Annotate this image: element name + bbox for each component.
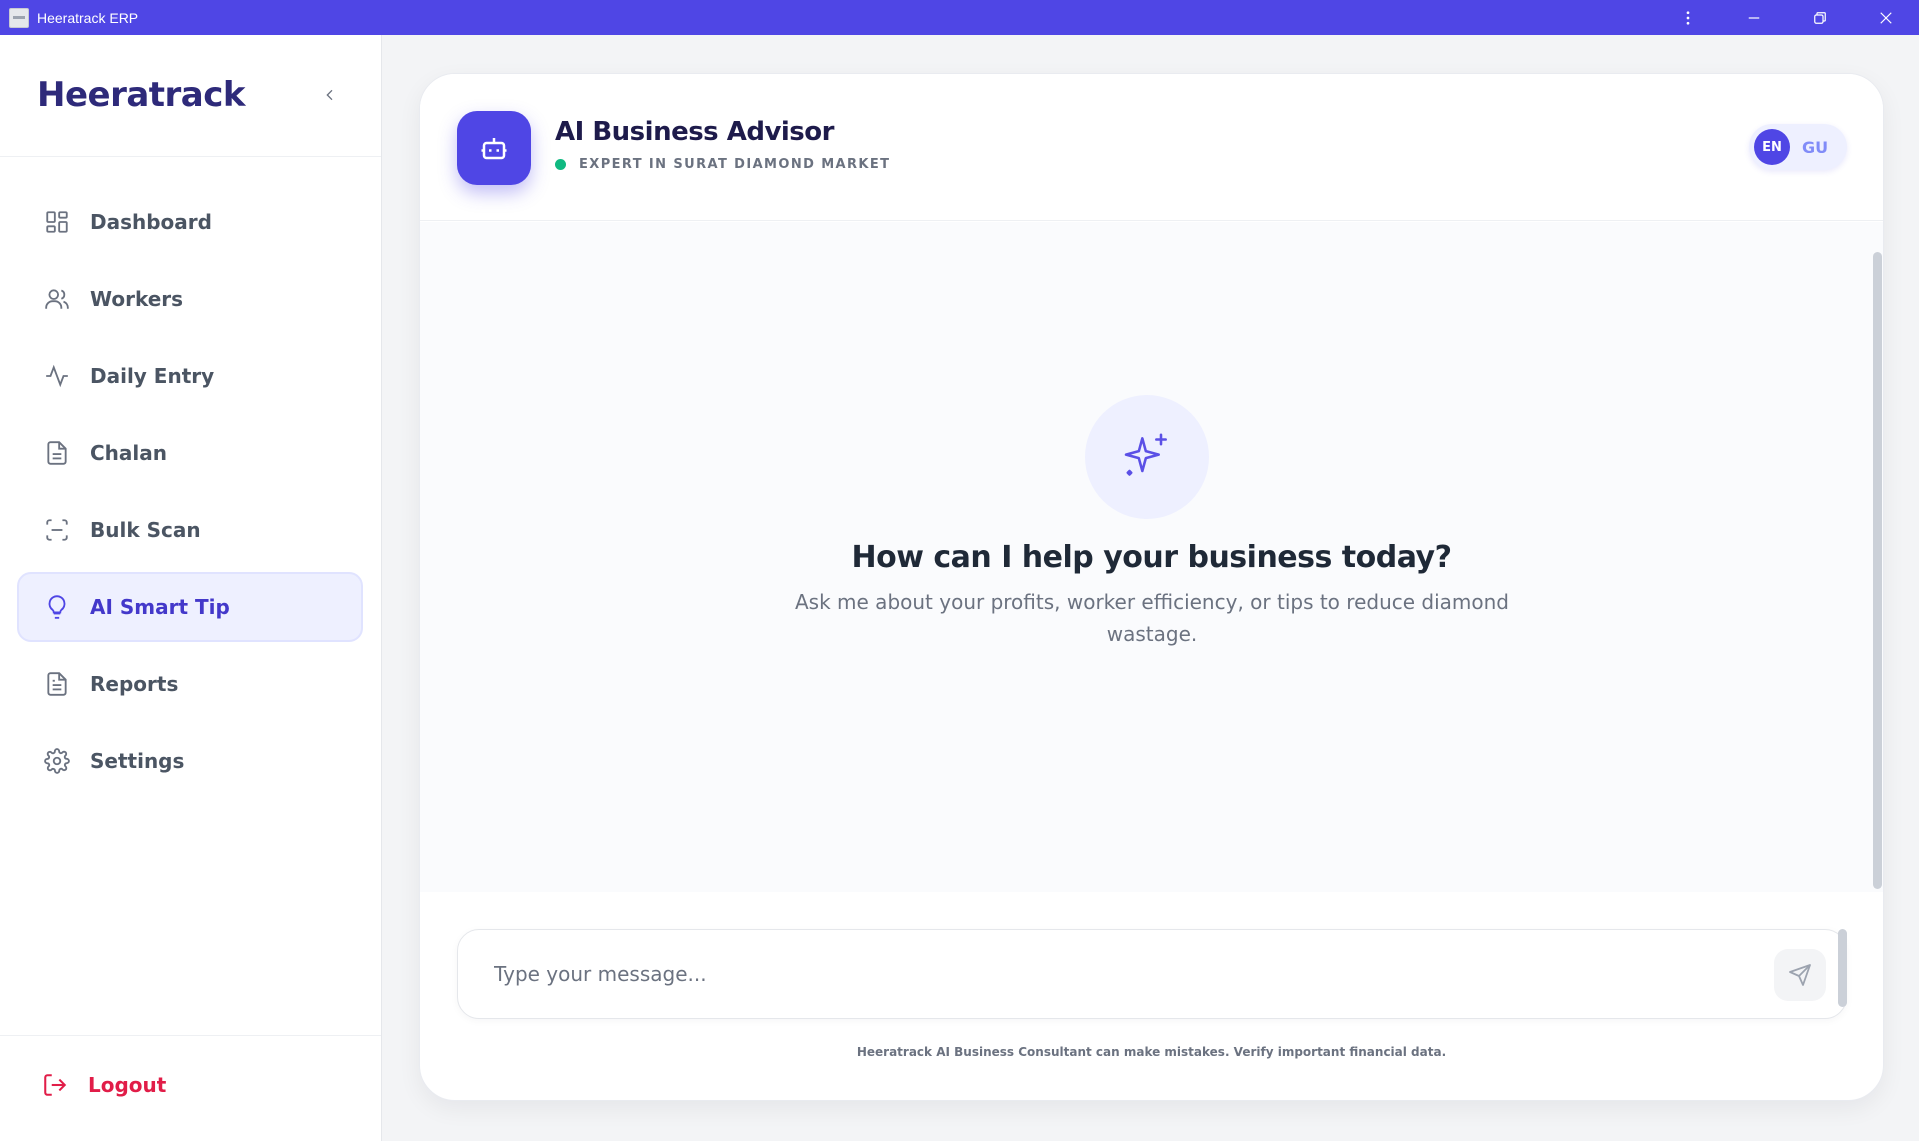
welcome-subtitle: Ask me about your profits, worker effici… xyxy=(795,590,1509,646)
sidebar-item-label: Daily Entry xyxy=(90,364,215,388)
brand-logo: Heeratrack xyxy=(37,75,246,115)
sidebar-item-label: Bulk Scan xyxy=(90,518,201,542)
sidebar-item-label: Settings xyxy=(90,749,185,773)
advisor-status: EXPERT IN SURAT DIAMOND MARKET xyxy=(555,157,890,172)
message-input[interactable] xyxy=(494,930,1724,1018)
sidebar-item-workers[interactable]: Workers xyxy=(17,264,363,334)
sidebar-item-ai-smart-tip[interactable]: AI Smart Tip xyxy=(17,572,363,642)
sidebar-item-label: Workers xyxy=(90,287,184,311)
advisor-header: AI Business Advisor EXPERT IN SURAT DIAM… xyxy=(420,74,1883,221)
window-controls xyxy=(1655,0,1919,35)
sidebar-item-daily-entry[interactable]: Daily Entry xyxy=(17,341,363,411)
advisor-card: AI Business Advisor EXPERT IN SURAT DIAM… xyxy=(419,73,1884,1101)
restore-icon[interactable] xyxy=(1787,0,1853,35)
collapse-sidebar-button[interactable] xyxy=(318,83,342,107)
sidebar-item-label: Reports xyxy=(90,672,179,696)
sparkle-badge xyxy=(1085,395,1209,519)
sidebar-brand: Heeratrack xyxy=(0,35,381,157)
sidebar-item-reports[interactable]: Reports xyxy=(17,649,363,719)
report-icon xyxy=(47,672,67,696)
sidebar-item-label: Dashboard xyxy=(90,210,212,234)
sparkles-icon xyxy=(1124,433,1167,476)
language-en-button[interactable]: EN xyxy=(1754,129,1790,165)
app-icon xyxy=(9,7,29,28)
sidebar-nav: Dashboard Workers Daily Entry Chalan Bul… xyxy=(17,187,363,803)
document-icon xyxy=(47,441,67,465)
advisor-status-text: EXPERT IN SURAT DIAMOND MARKET xyxy=(579,157,891,172)
sidebar-item-bulk-scan[interactable]: Bulk Scan xyxy=(17,495,363,565)
scan-icon xyxy=(46,519,68,541)
send-icon xyxy=(1789,964,1811,986)
welcome-title: How can I help your business today? xyxy=(851,540,1452,575)
activity-icon xyxy=(46,364,68,388)
sidebar: Heeratrack Dashboard Workers Daily Entry… xyxy=(0,35,382,1141)
logout-label: Logout xyxy=(88,1073,167,1097)
sidebar-footer: Logout xyxy=(0,1035,381,1141)
online-status-dot xyxy=(555,159,566,170)
bot-avatar xyxy=(457,111,531,185)
logout-icon xyxy=(44,1074,67,1096)
users-icon xyxy=(45,289,69,309)
ai-disclaimer: Heeratrack AI Business Consultant can ma… xyxy=(856,1045,1447,1059)
send-button[interactable] xyxy=(1774,949,1826,1001)
message-composer xyxy=(457,929,1847,1019)
gear-icon xyxy=(44,748,70,774)
window-titlebar: Heeratrack ERP xyxy=(0,0,1919,35)
logout-button[interactable]: Logout xyxy=(42,1072,166,1098)
lightbulb-icon xyxy=(48,595,66,619)
sidebar-item-settings[interactable]: Settings xyxy=(17,726,363,796)
language-toggle: EN GU xyxy=(1749,124,1847,170)
sidebar-item-chalan[interactable]: Chalan xyxy=(17,418,363,488)
advisor-title: AI Business Advisor xyxy=(555,117,834,147)
window-title: Heeratrack ERP xyxy=(37,9,139,26)
dashboard-grid-icon xyxy=(46,211,68,233)
more-icon[interactable] xyxy=(1655,0,1721,35)
sidebar-item-label: AI Smart Tip xyxy=(90,595,230,619)
chevron-left-icon xyxy=(326,89,333,101)
composer-scrollbar[interactable] xyxy=(1838,929,1847,1007)
chat-messages-area: How can I help your business today? Ask … xyxy=(420,222,1883,892)
close-icon[interactable] xyxy=(1853,0,1919,35)
sidebar-item-label: Chalan xyxy=(90,441,168,465)
robot-icon xyxy=(481,138,507,160)
language-gu-button[interactable]: GU xyxy=(1802,138,1828,157)
minimize-icon[interactable] xyxy=(1721,0,1787,35)
sidebar-item-dashboard[interactable]: Dashboard xyxy=(17,187,363,257)
